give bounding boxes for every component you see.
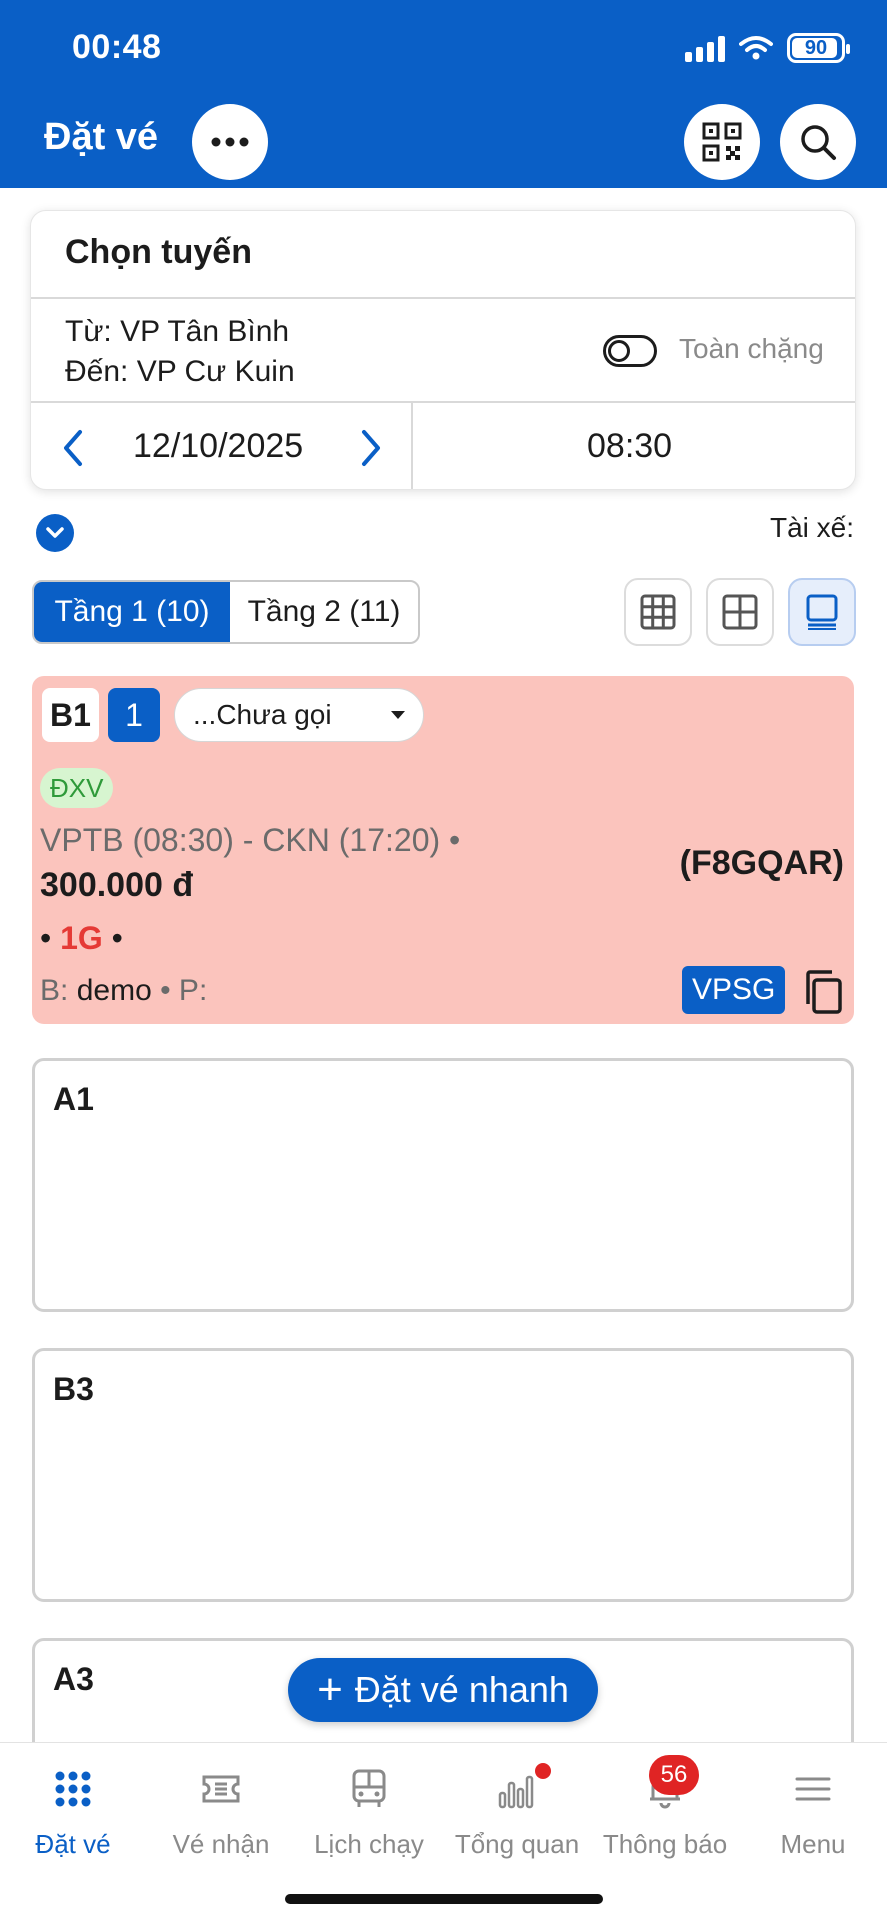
trip-segment: VPTB (08:30) - CKN (17:20) • xyxy=(40,822,461,858)
cellular-signal-icon xyxy=(685,34,725,62)
nav-item-overview[interactable]: Tổng quan xyxy=(443,1763,591,1860)
copy-icon[interactable] xyxy=(802,968,846,1016)
boarding-suffix: • P: xyxy=(160,974,208,1007)
route-from[interactable]: Từ: VP Tân Bình xyxy=(65,315,289,349)
tab-floor-2[interactable]: Tầng 2 (11) xyxy=(230,582,418,642)
goods-suffix: • xyxy=(111,920,123,956)
boarding-value: demo xyxy=(76,974,152,1007)
seat-number: A3 xyxy=(53,1661,94,1697)
chevron-right-icon xyxy=(362,430,380,466)
full-route-toggle[interactable] xyxy=(603,335,657,367)
route-to[interactable]: Đến: VP Cư Kuin xyxy=(65,355,295,389)
seat-card-empty[interactable]: B3 xyxy=(32,1348,854,1602)
route-section-title: Chọn tuyến xyxy=(65,233,252,271)
more-options-button[interactable] xyxy=(192,104,268,180)
divider xyxy=(31,401,855,403)
seat-number: B1 xyxy=(42,688,99,742)
more-dots-icon xyxy=(211,137,249,147)
divider xyxy=(411,401,413,489)
seat-number: A1 xyxy=(53,1081,94,1117)
call-status-value: ...Chưa gọi xyxy=(193,699,332,730)
list-view-icon xyxy=(806,594,838,630)
view-grid-large-button[interactable] xyxy=(706,578,774,646)
page-title: Đặt vé xyxy=(44,116,159,158)
notification-dot xyxy=(535,1763,551,1779)
tab-floor-1[interactable]: Tầng 1 (10) xyxy=(34,582,230,642)
divider xyxy=(31,297,855,299)
boarding-info: B: demo • P: xyxy=(40,974,207,1008)
grid-dots-icon xyxy=(55,1771,91,1807)
grid-2x2-icon xyxy=(722,594,758,630)
trip-date[interactable]: 12/10/2025 xyxy=(133,427,303,466)
goods-info: • 1G • xyxy=(40,920,123,957)
battery-level: 90 xyxy=(804,36,828,59)
next-date-button[interactable] xyxy=(351,425,391,471)
dropdown-caret-icon xyxy=(391,711,405,719)
nav-label: Thông báo xyxy=(602,1829,728,1859)
ticket-price: 300.000 đ xyxy=(40,866,194,904)
battery-icon: 90 xyxy=(787,33,850,63)
bus-icon xyxy=(352,1769,386,1807)
seat-card-booked[interactable]: B1 1 ...Chưa gọi ĐXV VPTB (08:30) - CKN … xyxy=(32,676,854,1024)
goods-count: 1G xyxy=(60,920,103,956)
status-icons: 90 xyxy=(685,30,850,66)
ticket-tag: ĐXV xyxy=(40,768,114,808)
expand-button[interactable] xyxy=(36,514,74,552)
full-route-toggle-label: Toàn chặng xyxy=(679,333,824,364)
status-time: 00:48 xyxy=(72,28,162,66)
office-badge: VPSG xyxy=(682,966,786,1014)
driver-label: Tài xế: xyxy=(769,512,854,543)
wifi-icon xyxy=(739,36,773,60)
nav-item-booking[interactable]: Đặt vé xyxy=(0,1763,147,1860)
nav-label: Lịch chạy xyxy=(314,1829,424,1859)
bar-chart-icon xyxy=(498,1775,534,1809)
nav-item-schedule[interactable]: Lịch chạy xyxy=(295,1763,443,1860)
chevron-down-icon xyxy=(46,527,64,538)
seat-card-empty[interactable]: A1 xyxy=(32,1058,854,1312)
chevron-left-icon xyxy=(64,430,82,466)
ticket-icon xyxy=(202,1775,240,1803)
call-status-dropdown[interactable]: ...Chưa gọi xyxy=(174,688,424,742)
floor-tabs: Tầng 1 (10) Tầng 2 (11) xyxy=(32,580,420,644)
view-grid-small-button[interactable] xyxy=(624,578,692,646)
qr-code-icon xyxy=(702,122,742,162)
nav-item-received-tickets[interactable]: Vé nhận xyxy=(147,1763,295,1860)
home-indicator[interactable] xyxy=(285,1894,603,1904)
booking-code: (F8GQAR) xyxy=(679,844,844,882)
nav-label: Tổng quan xyxy=(454,1829,580,1859)
menu-icon xyxy=(795,1777,831,1801)
search-icon xyxy=(801,125,836,160)
nav-item-menu[interactable]: Menu xyxy=(739,1763,887,1860)
trip-time[interactable]: 08:30 xyxy=(587,427,672,466)
nav-label: Vé nhận xyxy=(172,1829,270,1859)
quick-book-label: Đặt vé nhanh xyxy=(354,1669,569,1710)
search-button[interactable] xyxy=(780,104,856,180)
nav-label: Menu xyxy=(780,1829,846,1859)
nav-item-notifications[interactable]: 56 Thông báo xyxy=(591,1755,739,1860)
previous-date-button[interactable] xyxy=(53,425,93,471)
plus-icon: + xyxy=(317,1665,343,1714)
seat-number: B3 xyxy=(53,1371,94,1407)
notification-count-badge: 56 xyxy=(649,1755,699,1795)
grid-3x3-icon xyxy=(640,594,676,630)
goods-prefix: • xyxy=(40,920,52,956)
nav-label: Đặt vé xyxy=(35,1829,111,1859)
app-header: 00:48 90 Đặt vé xyxy=(0,0,887,188)
qr-scan-button[interactable] xyxy=(684,104,760,180)
route-card: Chọn tuyến Từ: VP Tân Bình Đến: VP Cư Ku… xyxy=(30,210,856,490)
quick-book-button[interactable]: + Đặt vé nhanh xyxy=(288,1658,598,1722)
ticket-count-badge: 1 xyxy=(108,688,160,742)
boarding-prefix: B: xyxy=(40,974,69,1007)
view-list-button[interactable] xyxy=(788,578,856,646)
